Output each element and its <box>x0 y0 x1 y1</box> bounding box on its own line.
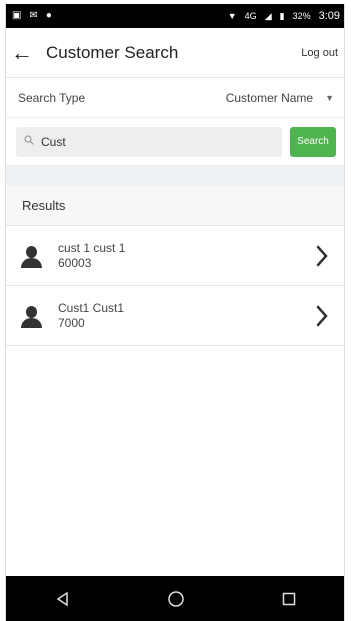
page-title: Customer Search <box>46 42 179 62</box>
status-left: ▣ ✉ ● <box>12 11 52 21</box>
search-type-label: Search Type <box>18 90 86 105</box>
notification-icon: ✉ <box>29 10 38 21</box>
result-item[interactable]: cust 1 cust 1 60003 <box>6 226 344 286</box>
search-box[interactable] <box>16 126 282 157</box>
result-text: Cust1 Cust1 7000 <box>58 301 310 331</box>
battery-icon: ▮ <box>279 10 285 21</box>
search-input[interactable] <box>41 134 274 149</box>
result-name: Cust1 Cust1 <box>58 300 125 315</box>
results-list: cust 1 cust 1 60003 Cust1 Cust1 7000 <box>6 226 344 346</box>
recents-nav-icon[interactable] <box>269 579 309 619</box>
results-header: Results <box>6 186 344 226</box>
search-type-select[interactable]: Search Type Customer Name ▼ <box>6 78 344 118</box>
person-icon <box>18 305 46 334</box>
system-nav-bar <box>6 576 344 621</box>
signal-icon: ◢ <box>264 10 272 21</box>
result-id: 60003 <box>58 255 92 270</box>
app-frame: ▣ ✉ ● ▼ 4G ◢ ▮ 32% 3:09 ← Customer Searc… <box>5 4 345 621</box>
logout-button[interactable]: Log out <box>301 47 338 59</box>
clock: 3:09 <box>318 10 340 22</box>
wifi-icon: ▼ <box>227 10 237 21</box>
result-text: cust 1 cust 1 60003 <box>58 241 310 271</box>
back-nav-icon[interactable] <box>43 579 83 619</box>
result-name: cust 1 cust 1 <box>58 240 126 255</box>
android-icon: ● <box>45 10 52 21</box>
status-bar: ▣ ✉ ● ▼ 4G ◢ ▮ 32% 3:09 <box>6 4 344 28</box>
battery-percent: 32% <box>292 10 311 21</box>
app-header: ← Customer Search Log out <box>6 28 344 78</box>
network-type: 4G <box>244 10 257 21</box>
section-divider <box>6 166 344 186</box>
chevron-right-icon[interactable] <box>310 236 334 276</box>
search-bar: Search <box>6 118 344 166</box>
person-icon <box>18 245 46 274</box>
dropdown-caret-icon[interactable]: ▼ <box>325 93 334 103</box>
search-button[interactable]: Search <box>290 126 336 157</box>
result-item[interactable]: Cust1 Cust1 7000 <box>6 286 344 346</box>
search-icon <box>24 135 34 148</box>
search-type-value[interactable]: Customer Name <box>226 91 313 105</box>
status-right: ▼ 4G ◢ ▮ 32% 3:09 <box>228 10 340 22</box>
screen-icon: ▣ <box>12 10 22 21</box>
chevron-right-icon[interactable] <box>310 296 334 336</box>
result-id: 7000 <box>58 315 85 330</box>
home-nav-icon[interactable] <box>156 579 196 619</box>
back-arrow-icon[interactable]: ← <box>6 28 38 78</box>
